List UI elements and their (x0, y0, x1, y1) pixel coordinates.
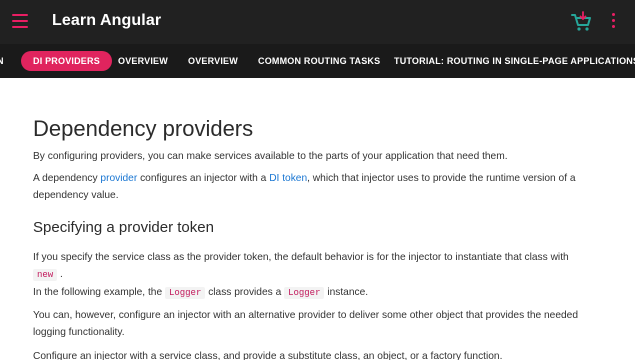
tab-tutorial-routing[interactable]: TUTORIAL: ROUTING IN SINGLE-PAGE APPLICA… (394, 51, 635, 71)
cart-download-icon[interactable] (569, 10, 593, 34)
tab-overview[interactable]: OVERVIEW (118, 51, 168, 71)
tab-overview-2[interactable]: OVERVIEW (188, 51, 238, 71)
alternative-provider-paragraph: You can, however, configure an injector … (33, 310, 578, 338)
tab-common-routing-tasks[interactable]: COMMON ROUTING TASKS (258, 51, 380, 71)
code-new: new (33, 269, 58, 281)
paragraph-text: If you specify the service class as the … (33, 252, 569, 263)
paragraph-text: instance. (324, 287, 369, 298)
logger-example-paragraph: In the following example, the Logger cla… (33, 284, 593, 302)
hamburger-menu-icon[interactable] (12, 14, 28, 28)
configure-injector-paragraph: Configure an injector with a service cla… (33, 351, 503, 360)
tab-di-providers[interactable]: DI PROVIDERS (21, 51, 112, 71)
paragraph-text: A dependency (33, 173, 101, 184)
paragraph-text: In the following example, the (33, 287, 165, 298)
top-app-bar: Learn Angular (0, 0, 635, 44)
article-content: Dependency providers By configuring prov… (0, 78, 635, 360)
more-vert-icon[interactable] (610, 13, 616, 31)
provider-link[interactable]: provider (100, 173, 137, 184)
code-logger: Logger (164, 287, 206, 299)
page-title: Dependency providers (33, 116, 254, 141)
tab-strip: N DI PROVIDERS OVERVIEW OVERVIEW COMMON … (0, 44, 635, 78)
di-token-link[interactable]: DI token (269, 173, 307, 184)
app-window: Learn Angular N DI PROVIDERS OVERVIEW OV… (0, 0, 635, 360)
paragraph-text: . (57, 269, 63, 280)
provider-definition-paragraph: A dependency provider configures an inje… (33, 170, 593, 204)
provider-token-paragraph: If you specify the service class as the … (33, 249, 593, 284)
tab-partial[interactable]: N (0, 51, 4, 71)
paragraph-text: configures an injector with a (137, 173, 270, 184)
intro-paragraph: By configuring providers, you can make s… (33, 151, 508, 162)
app-title: Learn Angular (52, 12, 162, 29)
section-title: Specifying a provider token (33, 219, 214, 236)
paragraph-text: class provides a (205, 287, 285, 298)
code-logger-2: Logger (284, 287, 325, 299)
